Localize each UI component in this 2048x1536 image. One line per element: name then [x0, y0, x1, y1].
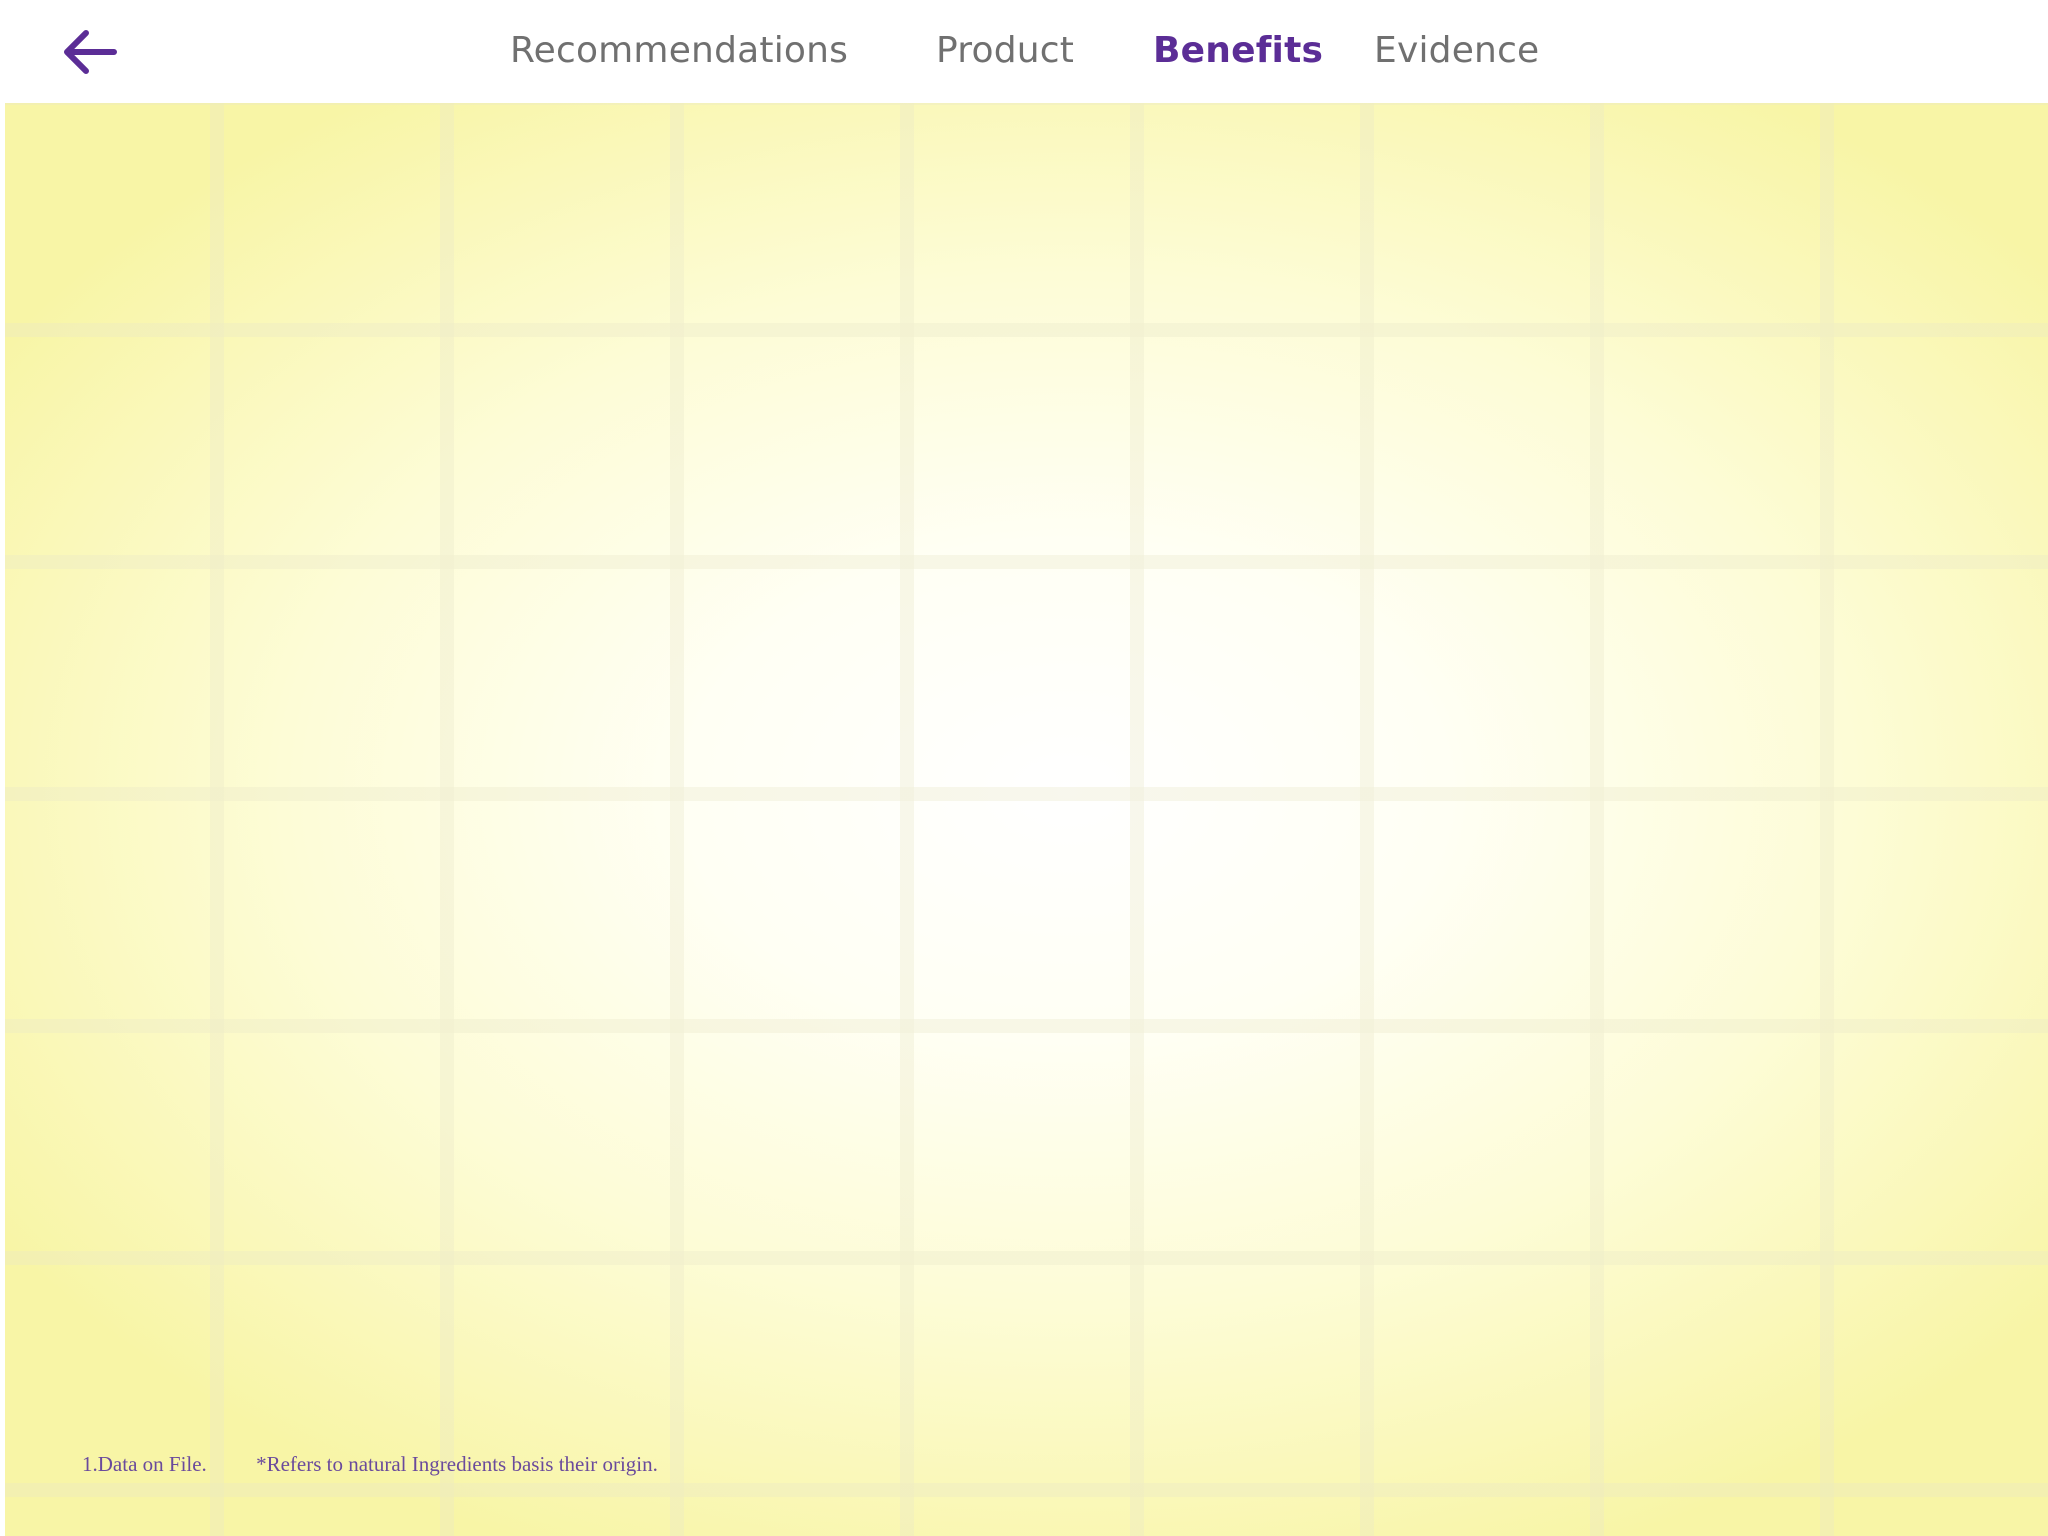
benefits-content-area: [5, 103, 2048, 1536]
tab-product[interactable]: Product: [936, 26, 1074, 76]
footnotes: 1.Data on File. *Refers to natural Ingre…: [82, 1452, 658, 1477]
top-navigation-bar: Recommendations Product Benefits Evidenc…: [0, 0, 2048, 103]
tab-benefits[interactable]: Benefits: [1153, 26, 1323, 76]
footnote-data-on-file: 1.Data on File.: [82, 1452, 207, 1476]
tile-background-pattern: [5, 103, 2048, 1536]
tab-evidence[interactable]: Evidence: [1374, 26, 1539, 76]
footnote-natural-ingredients: *Refers to natural Ingredients basis the…: [256, 1452, 658, 1476]
tab-bar: Recommendations Product Benefits Evidenc…: [0, 0, 2048, 103]
page: Recommendations Product Benefits Evidenc…: [0, 0, 2048, 1536]
tab-recommendations[interactable]: Recommendations: [510, 26, 848, 76]
